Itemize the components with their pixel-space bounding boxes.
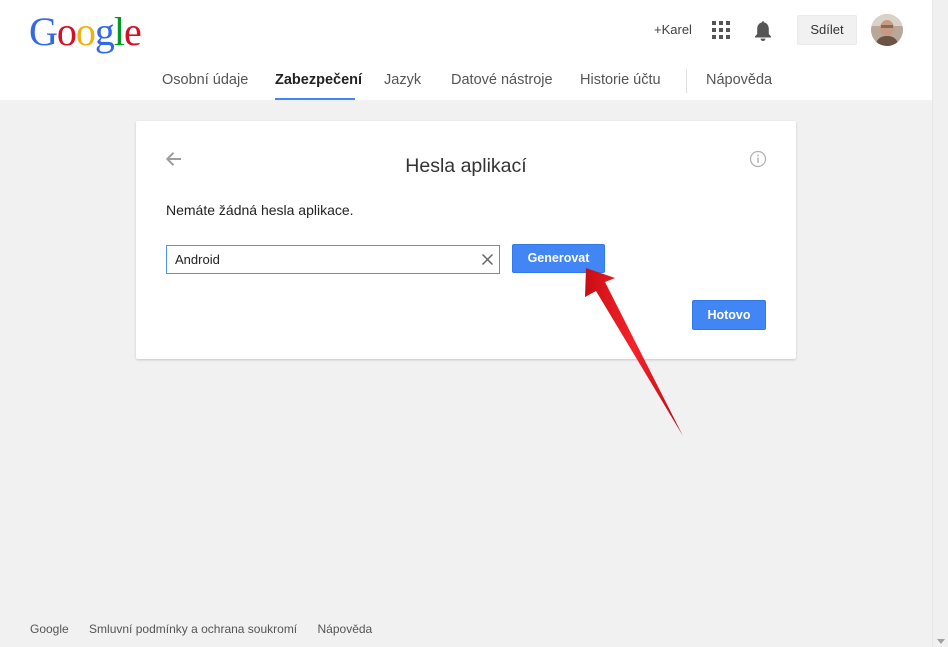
generate-button[interactable]: Generovat <box>512 244 605 273</box>
tab-security[interactable]: Zabezpečení <box>275 72 362 88</box>
footer: Google Smluvní podmínky a ochrana soukro… <box>30 622 389 636</box>
clear-input-icon[interactable] <box>481 253 494 266</box>
footer-link-google[interactable]: Google <box>30 622 69 636</box>
apps-grid-icon[interactable] <box>712 21 730 39</box>
notifications-bell-icon[interactable] <box>753 20 773 42</box>
vertical-scrollbar[interactable] <box>932 0 948 647</box>
app-name-input[interactable] <box>167 246 467 273</box>
tab-help[interactable]: Nápověda <box>706 72 772 88</box>
info-icon[interactable] <box>749 150 767 168</box>
logo-letter: l <box>113 9 125 54</box>
footer-link-terms-privacy[interactable]: Smluvní podmínky a ochrana soukromí <box>89 622 297 636</box>
avatar[interactable] <box>871 14 903 46</box>
logo-letter: o <box>75 9 96 54</box>
app-passwords-card: Hesla aplikací Nemáte žádná hesla aplika… <box>136 121 796 359</box>
page-title: Hesla aplikací <box>405 155 527 177</box>
top-bar: Google +Karel Sdílet Osobní údaje Zabezp… <box>0 0 932 100</box>
tab-data-tools[interactable]: Datové nástroje <box>451 72 553 88</box>
share-button[interactable]: Sdílet <box>797 15 857 45</box>
plus-user-link[interactable]: +Karel <box>654 22 692 38</box>
active-tab-indicator <box>275 98 355 100</box>
logo-letter: e <box>124 9 142 54</box>
done-button[interactable]: Hotovo <box>692 300 766 330</box>
nav-divider <box>686 69 687 93</box>
tab-account-history[interactable]: Historie účtu <box>580 72 661 88</box>
logo-letter: g <box>94 9 115 54</box>
logo-letter: G <box>29 9 58 54</box>
tab-language[interactable]: Jazyk <box>384 72 421 88</box>
app-name-field <box>166 245 500 274</box>
footer-link-help[interactable]: Nápověda <box>318 622 373 636</box>
avatar-photo-icon <box>871 14 903 46</box>
tab-personal-info[interactable]: Osobní údaje <box>162 72 248 88</box>
google-logo[interactable]: Google <box>29 8 142 56</box>
no-passwords-message: Nemáte žádná hesla aplikace. <box>166 202 354 218</box>
account-nav: Osobní údaje Zabezpečení Jazyk Datové ná… <box>0 66 932 100</box>
scroll-down-icon[interactable] <box>937 639 945 644</box>
logo-letter: o <box>56 9 77 54</box>
